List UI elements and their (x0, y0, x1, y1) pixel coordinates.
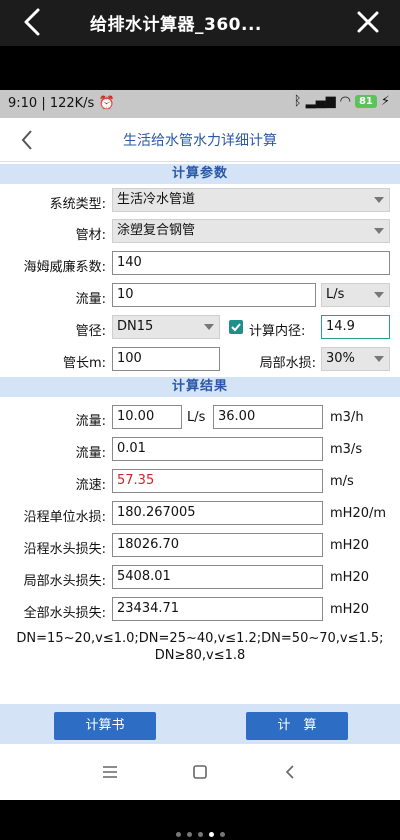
hazen-input[interactable]: 140 (112, 251, 390, 275)
inner-diameter-checkbox[interactable] (229, 320, 243, 334)
velocity-note-line1: DN=15~20,v≤1.0;DN=25~40,v≤1.2;DN=50~70,v… (16, 631, 384, 646)
signal-icon: ▂▄▆ (305, 94, 336, 109)
inner-diameter-input[interactable]: 14.9 (321, 315, 390, 339)
page-dot-active (208, 832, 214, 837)
local-head-label: 局部水头损失: (23, 574, 106, 589)
result-flow-m3s-unit: m3/s (330, 442, 363, 457)
chevron-down-icon (374, 292, 384, 298)
page-dot (175, 832, 181, 837)
check-icon (231, 323, 241, 332)
material-label: 管材: (75, 228, 106, 243)
status-icons: ᛒ ▂▄▆ ◠ 81 ⚡ (294, 94, 390, 109)
length-input[interactable]: 100 (112, 347, 220, 371)
system-type-label: 系统类型: (49, 197, 106, 212)
flow-input[interactable]: 10 (112, 283, 316, 307)
page-dot (186, 832, 192, 837)
page-title: 生活给水管水力详细计算 (123, 133, 277, 149)
result-flow-ls-unit: L/s (187, 410, 206, 425)
flow-unit-select[interactable]: L/s (321, 283, 390, 307)
local-head-unit: mH20 (330, 570, 369, 585)
chevron-down-icon (204, 324, 214, 330)
back-nav-icon[interactable] (280, 762, 300, 782)
total-head-value: 23434.71 (112, 597, 323, 621)
result-flow-m3h-unit: m3/h (330, 410, 364, 425)
head-loss-value: 18026.70 (112, 533, 323, 557)
head-loss-label: 沿程水头损失: (23, 542, 106, 557)
local-loss-select[interactable]: 30% (321, 347, 390, 371)
phone-screen: 9:10 | 122K/s ⏰ ᛒ ▂▄▆ ◠ 81 ⚡ 生活给水管水力详细计算… (0, 90, 400, 800)
alarm-icon: ⏰ (98, 96, 115, 111)
bottom-action-bar: 计算书 计 算 (0, 704, 400, 744)
params-section-header: 计算参数 (0, 164, 400, 184)
material-select[interactable]: 涂塑复合钢管 (112, 219, 390, 243)
unit-loss-unit: mH20/m (330, 506, 387, 521)
local-head-value: 5408.01 (112, 565, 323, 589)
chevron-down-icon (374, 228, 384, 234)
menu-icon[interactable] (100, 762, 120, 782)
local-loss-label: 局部水损: (259, 356, 316, 371)
head-loss-unit: mH20 (330, 538, 369, 553)
report-button[interactable]: 计算书 (54, 712, 156, 740)
outer-app-title: 给排水计算器_360... (90, 15, 262, 35)
calculate-button[interactable]: 计 算 (246, 712, 348, 740)
result-flow-m3h: 36.00 (213, 405, 323, 429)
system-type-select[interactable]: 生活冷水管道 (112, 188, 390, 212)
length-label: 管长m: (62, 356, 106, 371)
page-indicator (0, 822, 400, 837)
outer-back-icon[interactable] (18, 6, 48, 38)
flow-label: 流量: (75, 292, 106, 307)
result-flow-label: 流量: (75, 414, 106, 429)
total-head-label: 全部水头损失: (23, 606, 106, 621)
velocity-note-line2: DN≥80,v≤1.8 (154, 648, 246, 663)
bluetooth-icon: ᛒ (293, 94, 302, 109)
chevron-down-icon (374, 356, 384, 362)
chevron-down-icon (374, 197, 384, 203)
charging-icon: ⚡ (380, 94, 390, 109)
total-head-unit: mH20 (330, 602, 369, 617)
unit-loss-label: 沿程单位水损: (23, 510, 106, 525)
system-nav-bar (0, 744, 400, 800)
outer-app-bar: 给排水计算器_360... (0, 0, 400, 46)
page-dot (219, 832, 225, 837)
battery-icon: 81 (354, 95, 377, 108)
result-flow-m3s: 0.01 (112, 437, 323, 461)
home-icon[interactable] (190, 762, 210, 782)
result-flow-ls: 10.00 (112, 405, 182, 429)
velocity-label: 流速: (75, 478, 106, 493)
result-flow2-label: 流量: (75, 446, 106, 461)
page-dot (197, 832, 203, 837)
unit-loss-value: 180.267005 (112, 501, 323, 525)
status-bar: 9:10 | 122K/s ⏰ ᛒ ▂▄▆ ◠ 81 ⚡ (0, 90, 400, 118)
diameter-label: 管径: (75, 324, 106, 339)
diameter-select[interactable]: DN15 (112, 315, 220, 339)
close-icon[interactable] (354, 8, 382, 36)
hazen-label: 海姆威廉系数: (23, 260, 106, 275)
inner-diameter-label: 计算内径: (249, 324, 306, 339)
velocity-value: 57.35 (112, 469, 323, 493)
results-section-header: 计算结果 (0, 377, 400, 397)
inner-nav-bar: 生活给水管水力详细计算 (0, 118, 400, 162)
velocity-unit: m/s (330, 474, 354, 489)
wifi-icon: ◠ (339, 94, 351, 109)
status-time-speed: 9:10 | 122K/s ⏰ (8, 96, 115, 111)
